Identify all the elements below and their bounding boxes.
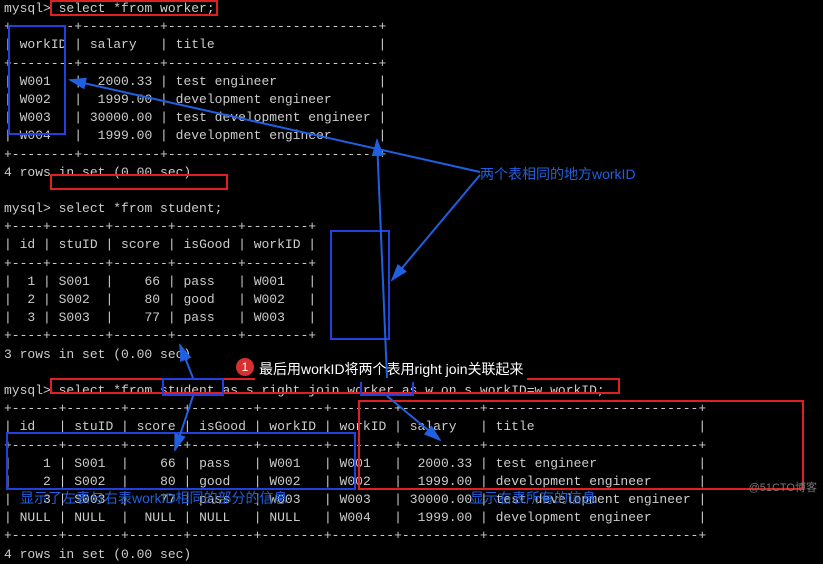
prompt: mysql>	[4, 383, 51, 398]
worker-row: | W003 | 30000.00 | test development eng…	[4, 109, 819, 127]
student-header: | id | stuID | score | isGood | workID |	[4, 236, 819, 254]
divider: +--------+----------+-------------------…	[4, 146, 819, 164]
divider: +------+-------+-------+--------+-------…	[4, 437, 819, 455]
divider: +----+-------+-------+--------+--------+	[4, 327, 819, 345]
divider: +------+-------+-------+--------+-------…	[4, 527, 819, 545]
join-footer: 4 rows in set (0.00 sec)	[4, 546, 819, 564]
student-row: | 3 | S003 | 77 | pass | W003 |	[4, 309, 819, 327]
student-row: | 1 | S001 | 66 | pass | W001 |	[4, 273, 819, 291]
join-row: | 1 | S001 | 66 | pass | W001 | W001 | 2…	[4, 455, 819, 473]
worker-row: | W001 | 2000.33 | test engineer |	[4, 73, 819, 91]
join-row: | NULL | NULL | NULL | NULL | NULL | W00…	[4, 509, 819, 527]
query2-highlight	[50, 174, 228, 190]
query2: select *from student;	[59, 201, 223, 216]
prompt: mysql>	[4, 1, 51, 16]
worker-row: | W004 | 1999.00 | development engineer …	[4, 127, 819, 145]
worker-header: | workID | salary | title |	[4, 36, 819, 54]
worker-row: | W002 | 1999.00 | development engineer …	[4, 91, 819, 109]
divider: +--------+----------+-------------------…	[4, 18, 819, 36]
student-row: | 2 | S002 | 80 | good | W002 |	[4, 291, 819, 309]
prompt: mysql>	[4, 201, 51, 216]
divider: +------+-------+-------+--------+-------…	[4, 400, 819, 418]
terminal: mysql> select *from worker; +--------+--…	[4, 0, 819, 564]
watermark: @51CTO博客	[749, 481, 817, 496]
annotation-same-column: 两个表相同的地方workID	[480, 165, 636, 185]
divider: +----+-------+-------+--------+--------+	[4, 255, 819, 273]
join-header: | id | stuID | score | isGood | workID |…	[4, 418, 819, 436]
step-badge-1: 1	[236, 358, 254, 376]
annotation-right-desc: 显示右表所有的信息	[470, 489, 596, 509]
divider: +----+-------+-------+--------+--------+	[4, 218, 819, 236]
divider: +--------+----------+-------------------…	[4, 55, 819, 73]
annotation-join-desc: 最后用workID将两个表用right join关联起来	[255, 358, 527, 382]
annotation-left-desc: 显示了左表与右表workID相同的部分的信息	[20, 489, 288, 509]
query1-highlight	[50, 0, 218, 16]
